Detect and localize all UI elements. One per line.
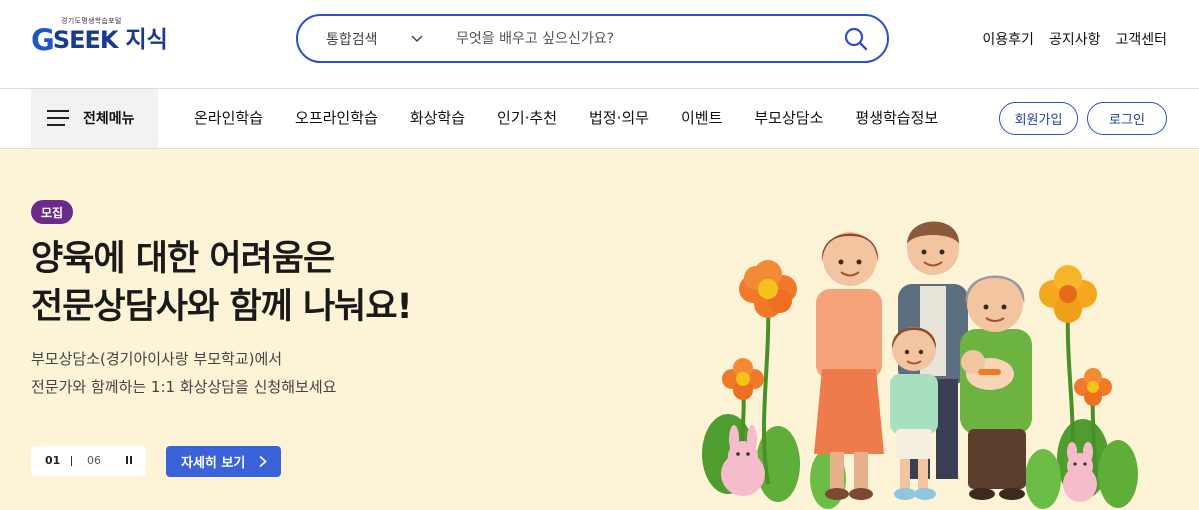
link-customer-center[interactable]: 고객센터 bbox=[1115, 29, 1167, 49]
menu-icon bbox=[47, 110, 69, 126]
search-category-select[interactable]: 통합검색 bbox=[326, 29, 378, 49]
pause-icon[interactable] bbox=[125, 456, 133, 466]
all-menu-button[interactable]: 전체메뉴 bbox=[31, 89, 158, 148]
detail-button-label: 자세히 보기 bbox=[181, 456, 246, 471]
pager-current: 01 bbox=[45, 454, 61, 467]
utility-links: 이용후기 공지사항 고객센터 bbox=[967, 29, 1167, 49]
hero-desc-line2: 전문가와 함께하는 1:1 화상상담을 신청해보세요 bbox=[31, 378, 337, 396]
chevron-right-icon bbox=[259, 455, 267, 468]
hero-desc-line1: 부모상담소(경기아이사랑 부모학교)에서 bbox=[31, 350, 283, 368]
join-button[interactable]: 회원가입 bbox=[999, 102, 1078, 135]
logo-wordmark: G SEEK 지식 bbox=[31, 23, 168, 55]
nav-item-lifelong-info[interactable]: 평생학습정보 bbox=[855, 107, 938, 128]
flower-right-small bbox=[1074, 368, 1112, 406]
nav-item-offline[interactable]: 오프라인학습 bbox=[295, 107, 378, 128]
pager-divider bbox=[71, 456, 72, 466]
nav-item-legal[interactable]: 법정·의무 bbox=[589, 107, 649, 128]
login-button[interactable]: 로그인 bbox=[1087, 102, 1167, 135]
family-illustration bbox=[702, 221, 1138, 509]
nav-item-event[interactable]: 이벤트 bbox=[681, 107, 722, 128]
flower-left-small bbox=[722, 358, 764, 400]
nav-item-parent-counseling[interactable]: 부모상담소 bbox=[754, 107, 823, 128]
detail-button[interactable]: 자세히 보기 bbox=[166, 446, 281, 477]
all-menu-label: 전체메뉴 bbox=[83, 111, 135, 127]
hero-banner: 모집 양육에 대한 어려움은 전문상담사와 함께 나눠요! 부모상담소(경기아이… bbox=[0, 149, 1199, 510]
slide-pager: 01 06 bbox=[31, 446, 146, 476]
search-bar: 통합검색 bbox=[296, 14, 889, 63]
nav-menu: 온라인학습 오프라인학습 화상학습 인기·추천 법정·의무 이벤트 부모상담소 … bbox=[194, 107, 938, 128]
nav-item-video[interactable]: 화상학습 bbox=[410, 107, 465, 128]
main-navigation: 전체메뉴 온라인학습 오프라인학습 화상학습 인기·추천 법정·의무 이벤트 부… bbox=[0, 88, 1199, 149]
hero-title-line2: 전문상담사와 함께 나눠요! bbox=[31, 287, 413, 327]
hero-title-line1: 양육에 대한 어려움은 bbox=[31, 239, 335, 279]
logo-g: G bbox=[31, 23, 55, 57]
site-header: 경기도평생학습포털 G SEEK 지식 통합검색 이용후기 공지사항 고객센터 bbox=[0, 0, 1199, 88]
link-reviews[interactable]: 이용후기 bbox=[982, 29, 1034, 49]
search-icon[interactable] bbox=[843, 26, 869, 52]
search-input[interactable] bbox=[456, 26, 836, 52]
flower-right-big bbox=[1039, 265, 1097, 323]
logo-seek: SEEK bbox=[52, 26, 119, 54]
logo-jisik: 지식 bbox=[125, 27, 168, 53]
status-badge: 모집 bbox=[31, 200, 74, 224]
hero-title: 양육에 대한 어려움은 전문상담사와 함께 나눠요! bbox=[31, 235, 413, 331]
chevron-down-icon[interactable] bbox=[411, 32, 423, 44]
link-notices[interactable]: 공지사항 bbox=[1049, 29, 1101, 49]
nav-item-popular[interactable]: 인기·추천 bbox=[497, 107, 557, 128]
hero-description: 부모상담소(경기아이사랑 부모학교)에서 전문가와 함께하는 1:1 화상상담을… bbox=[31, 345, 336, 401]
grandmother-figure bbox=[960, 275, 1032, 500]
site-logo[interactable]: 경기도평생학습포털 G SEEK 지식 bbox=[31, 15, 201, 55]
nav-item-online[interactable]: 온라인학습 bbox=[194, 107, 263, 128]
flower-left-big bbox=[739, 260, 797, 318]
pager-total: 06 bbox=[87, 454, 101, 467]
